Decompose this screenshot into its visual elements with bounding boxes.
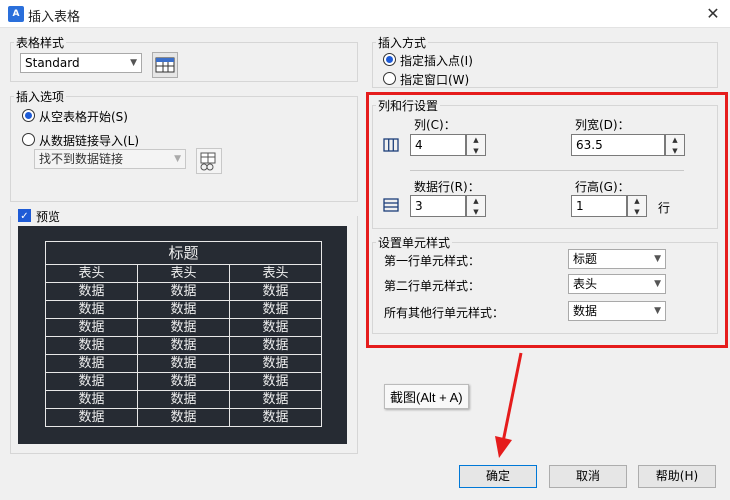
spin-up-icon[interactable]: ▲ <box>467 196 485 206</box>
preview-cell: 数据 <box>229 390 322 409</box>
columns-icon <box>383 138 399 152</box>
preview-cell: 数据 <box>137 300 230 319</box>
spin-up-icon[interactable]: ▲ <box>628 196 646 206</box>
preview-cell: 数据 <box>229 372 322 391</box>
ok-button[interactable]: 确定 <box>459 465 537 488</box>
spin-up-icon[interactable]: ▲ <box>467 135 485 145</box>
preview-cell: 数据 <box>45 372 138 391</box>
columns-spinner[interactable]: ▲ ▼ <box>466 134 486 156</box>
other-rows-style-label: 所有其他行单元样式： <box>384 306 505 320</box>
red-arrow-annotation <box>495 352 523 458</box>
row-height-spinner[interactable]: ▲ ▼ <box>627 195 647 217</box>
cancel-button[interactable]: 取消 <box>549 465 627 488</box>
data-rows-spinner[interactable]: ▲ ▼ <box>466 195 486 217</box>
first-row-style-select[interactable]: 标题 ▼ <box>568 249 666 269</box>
row-height-input[interactable]: 1 <box>571 195 627 217</box>
preview-cell: 数据 <box>137 354 230 373</box>
table-style-dialog-button[interactable] <box>152 52 178 78</box>
preview-title: 标题 <box>45 241 322 265</box>
preview-cell: 数据 <box>229 408 322 427</box>
title-bar <box>0 0 730 28</box>
col-width-input[interactable]: 63.5 <box>571 134 665 156</box>
app-icon: A <box>8 6 24 22</box>
preview-cell: 数据 <box>45 354 138 373</box>
preview-cell: 数据 <box>45 318 138 337</box>
preview-header: 表头 <box>229 264 322 283</box>
preview-cell: 数据 <box>229 354 322 373</box>
columns-input[interactable]: 4 <box>410 134 466 156</box>
col-width-spinner[interactable]: ▲ ▼ <box>665 134 685 156</box>
preview-cell: 数据 <box>45 336 138 355</box>
preview-cell: 数据 <box>229 336 322 355</box>
radio-insert-point[interactable] <box>383 53 396 66</box>
first-row-style-value: 标题 <box>573 252 598 266</box>
preview-cell: 数据 <box>45 282 138 301</box>
first-row-style-label: 第一行单元样式： <box>384 254 481 268</box>
spin-up-icon[interactable]: ▲ <box>666 135 684 145</box>
data-rows-input[interactable]: 3 <box>410 195 466 217</box>
table-style-label: 表格样式 <box>14 34 67 51</box>
row-height-label: 行高(G)： <box>575 180 630 194</box>
chevron-down-icon: ▼ <box>174 154 181 164</box>
radio-empty-table-label: 从空表格开始(S) <box>39 110 128 124</box>
row-unit-label: 行 <box>658 201 671 215</box>
preview-cell: 数据 <box>137 336 230 355</box>
insert-options-label: 插入选项 <box>14 88 67 105</box>
preview-cell: 数据 <box>229 282 322 301</box>
spin-down-icon[interactable]: ▼ <box>666 146 684 156</box>
chevron-down-icon: ▼ <box>654 254 661 264</box>
data-rows-label: 数据行(R)： <box>414 180 480 194</box>
radio-insert-point-label: 指定插入点(I) <box>400 54 473 68</box>
col-width-label: 列宽(D)： <box>575 118 630 132</box>
data-link-manager-button[interactable] <box>196 148 222 174</box>
second-row-style-value: 表头 <box>573 277 598 291</box>
divider <box>410 170 684 171</box>
preview-cell: 数据 <box>45 408 138 427</box>
second-row-style-label: 第二行单元样式： <box>384 279 481 293</box>
table-style-icon <box>155 57 175 73</box>
preview-table: 标题 表头 表头 表头 数据 数据 数据 数据 数据 数据 数据 数据 数据 数据 数据 数据 … <box>45 241 322 427</box>
chevron-down-icon: ▼ <box>130 58 137 68</box>
second-row-style-select[interactable]: 表头 ▼ <box>568 274 666 294</box>
rows-icon <box>383 198 399 212</box>
radio-empty-table[interactable] <box>22 109 35 122</box>
preview-header: 表头 <box>45 264 138 283</box>
preview-header: 表头 <box>137 264 230 283</box>
radio-data-link-label: 从数据链接导入(L) <box>39 134 140 148</box>
insert-method-label: 插入方式 <box>376 34 429 51</box>
preview-cell: 数据 <box>137 408 230 427</box>
other-rows-style-select[interactable]: 数据 ▼ <box>568 301 666 321</box>
preview-cell: 数据 <box>137 390 230 409</box>
preview-cell: 数据 <box>137 282 230 301</box>
preview-cell: 数据 <box>45 390 138 409</box>
preview-cell: 数据 <box>137 372 230 391</box>
data-link-value: 找不到数据链接 <box>39 152 124 166</box>
spin-down-icon[interactable]: ▼ <box>467 207 485 217</box>
preview-cell: 数据 <box>45 300 138 319</box>
spin-down-icon[interactable]: ▼ <box>628 207 646 217</box>
chevron-down-icon: ▼ <box>654 279 661 289</box>
columns-label: 列(C)： <box>414 118 456 132</box>
table-style-value: Standard <box>25 56 80 70</box>
radio-data-link[interactable] <box>22 133 35 146</box>
data-link-icon <box>200 152 216 171</box>
radio-window-label: 指定窗口(W) <box>400 73 470 87</box>
screenshot-tooltip: 截图(Alt + A) <box>384 384 469 409</box>
other-rows-style-value: 数据 <box>573 304 598 318</box>
preview-pane: 标题 表头 表头 表头 数据 数据 数据 数据 数据 数据 数据 数据 数据 数据 数据 数据 … <box>18 226 347 444</box>
preview-cell: 数据 <box>229 318 322 337</box>
data-link-select[interactable]: 找不到数据链接 ▼ <box>34 149 186 169</box>
window-title: 插入表格 <box>28 10 81 25</box>
table-style-select[interactable]: Standard ▼ <box>20 53 142 73</box>
radio-window[interactable] <box>383 72 396 85</box>
chevron-down-icon: ▼ <box>654 306 661 316</box>
col-row-label: 列和行设置 <box>376 97 441 114</box>
help-button[interactable]: 帮助(H) <box>638 465 716 488</box>
preview-cell: 数据 <box>137 318 230 337</box>
preview-cell: 数据 <box>229 300 322 319</box>
close-icon[interactable]: ✕ <box>703 4 723 24</box>
spin-down-icon[interactable]: ▼ <box>467 146 485 156</box>
cell-styles-label: 设置单元样式 <box>376 234 453 251</box>
